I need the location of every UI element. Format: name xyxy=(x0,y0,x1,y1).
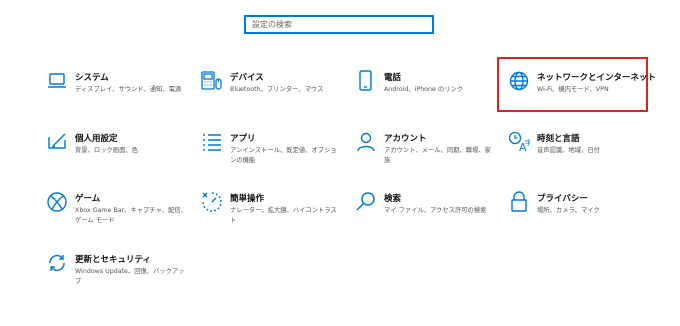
svg-text:字: 字 xyxy=(525,138,530,147)
tile-ease-of-access[interactable]: 簡単操作 ナレーター、拡大鏡、ハイコントラスト xyxy=(201,191,351,241)
tile-desc: アカウント、メール、同期、職場、家族 xyxy=(384,147,491,164)
tile-desc: ナレーター、拡大鏡、ハイコントラスト xyxy=(230,207,337,224)
tile-gaming[interactable]: ゲーム Xbox Game Bar、キャプチャ、配信、ゲーム モード xyxy=(46,191,196,241)
tile-desc: マイ ファイル、アクセス許可の検索 xyxy=(384,207,487,214)
tile-apps[interactable]: アプリ アンインストール、既定値、オプションの機能 xyxy=(201,131,351,181)
tile-search[interactable]: 検索 マイ ファイル、アクセス許可の検索 xyxy=(355,191,505,241)
tile-title: ゲーム xyxy=(75,194,101,204)
tile-title: 電話 xyxy=(384,73,402,83)
tile-accounts[interactable]: アカウント アカウント、メール、同期、職場、家族 xyxy=(355,131,505,181)
tile-title: システム xyxy=(75,73,109,83)
tile-desc: Xbox Game Bar、キャプチャ、配信、ゲーム モード xyxy=(75,207,187,224)
search-input[interactable] xyxy=(252,17,426,32)
tile-desc: ディスプレイ、サウンド、通知、電源 xyxy=(75,86,182,93)
tile-title: 更新とセキュリティ xyxy=(75,255,151,265)
selection-highlight xyxy=(497,57,648,112)
tile-title: 簡単操作 xyxy=(230,194,265,204)
tile-title: 個人用設定 xyxy=(75,134,118,144)
laptop-icon xyxy=(46,70,68,92)
tile-desc: Android、iPhone のリンク xyxy=(384,86,464,93)
apps-list-icon xyxy=(201,131,223,153)
tile-desc: Bluetooth、プリンター、マウス xyxy=(230,86,324,93)
tile-desc: 場所、カメラ、マイク xyxy=(537,207,600,214)
tile-title: アプリ xyxy=(230,134,256,144)
search-box[interactable] xyxy=(244,15,434,34)
lock-icon xyxy=(508,191,530,213)
xbox-icon xyxy=(46,191,68,213)
tile-personalization[interactable]: 個人用設定 背景、ロック画面、色 xyxy=(46,131,196,181)
keyboard-icon xyxy=(201,70,223,92)
tile-time-language[interactable]: A 字 時刻と言語 音声認識、地域、日付 xyxy=(508,131,658,181)
tile-system[interactable]: システム ディスプレイ、サウンド、通知、電源 xyxy=(46,70,196,120)
tile-title: プライバシー xyxy=(537,194,588,204)
search-icon xyxy=(355,191,377,213)
tile-title: 時刻と言語 xyxy=(537,134,580,144)
time-language-icon: A 字 xyxy=(508,131,530,153)
tile-title: デバイス xyxy=(230,73,264,83)
phone-icon xyxy=(355,70,377,92)
tile-desc: アンインストール、既定値、オプションの機能 xyxy=(230,147,337,164)
personalization-icon xyxy=(46,131,68,153)
tile-desc: Windows Update、回復、バックアップ xyxy=(75,268,185,285)
sync-icon xyxy=(46,252,68,274)
tile-desc: 音声認識、地域、日付 xyxy=(537,147,600,154)
settings-home: システム ディスプレイ、サウンド、通知、電源 デバイス Bluetooth、プリ… xyxy=(0,0,680,326)
tile-desc: 背景、ロック画面、色 xyxy=(75,147,138,154)
ease-of-access-icon xyxy=(201,191,223,213)
tile-title: アカウント xyxy=(384,134,427,144)
tile-phone[interactable]: 電話 Android、iPhone のリンク xyxy=(355,70,505,120)
tile-privacy[interactable]: プライバシー 場所、カメラ、マイク xyxy=(508,191,658,241)
person-icon xyxy=(355,131,377,153)
tile-update-security[interactable]: 更新とセキュリティ Windows Update、回復、バックアップ xyxy=(46,252,196,302)
tile-title: 検索 xyxy=(384,194,402,204)
tile-devices[interactable]: デバイス Bluetooth、プリンター、マウス xyxy=(201,70,351,120)
